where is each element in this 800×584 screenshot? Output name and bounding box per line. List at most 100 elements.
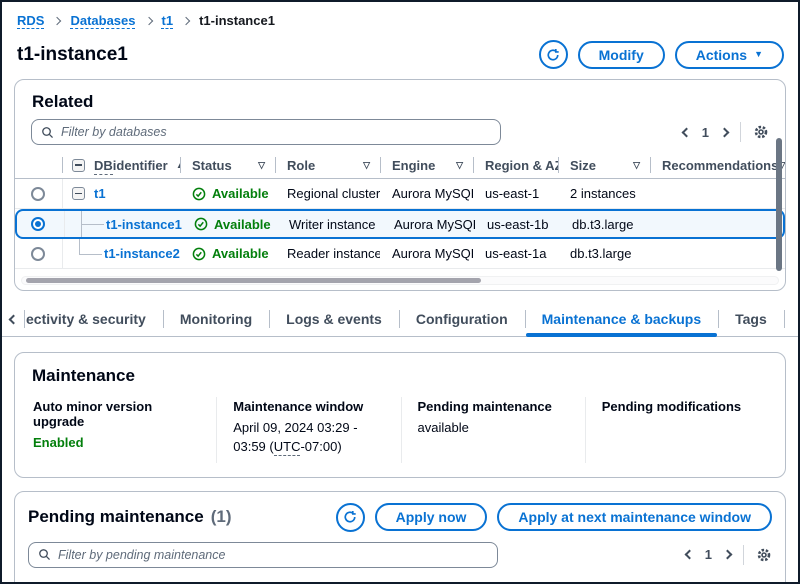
region-cell: us-east-1 (473, 179, 558, 208)
pending-filter (28, 542, 498, 568)
filter-icon[interactable]: ▽ (633, 160, 640, 171)
collapse-row-toggle[interactable] (72, 187, 85, 200)
page-header: t1-instance1 Modify Actions ▼ (2, 28, 798, 69)
horizontal-scrollbar[interactable] (26, 278, 481, 283)
radio-button[interactable] (31, 187, 45, 201)
apply-next-window-button[interactable]: Apply at next maintenance window (497, 503, 772, 531)
engine-cell: Aurora MySQL (380, 239, 473, 268)
refresh-button[interactable] (336, 503, 365, 532)
related-filter (31, 119, 501, 145)
rds-console-window: RDS Databases t1 t1-instance1 t1-instanc… (0, 0, 800, 584)
detail-tabs: ectivity & security Monitoring Logs & ev… (2, 302, 798, 337)
apply-now-button[interactable]: Apply now (375, 503, 488, 531)
pending-maintenance-panel: Pending maintenance (1) Apply now Apply … (14, 491, 786, 584)
field-label: Pending modifications (602, 399, 753, 414)
size-cell: db.t3.large (560, 211, 652, 237)
db-instance-link[interactable]: t1-instance2 (104, 246, 180, 261)
breadcrumb-t1[interactable]: t1 (162, 13, 174, 28)
tree-connector (72, 239, 104, 268)
table-row-t1[interactable]: t1 Available Regional cluster Aurora MyS… (15, 179, 785, 209)
breadcrumb-databases[interactable]: Databases (70, 13, 135, 28)
field-label: Pending maintenance (418, 399, 569, 414)
pending-maintenance-heading: Pending maintenance (28, 507, 204, 527)
column-header-status[interactable]: Status▽ (180, 152, 275, 178)
search-icon (38, 548, 51, 561)
radio-button-selected[interactable] (31, 217, 45, 231)
db-instance-link[interactable]: t1-instance1 (106, 217, 182, 232)
column-header-size[interactable]: Size▽ (558, 152, 650, 178)
engine-cell: Aurora MySQL (380, 179, 473, 208)
column-header-status[interactable]: Status▽ (556, 577, 656, 584)
tab-logs-events[interactable]: Logs & events (269, 302, 399, 336)
status-text: Available (212, 186, 269, 201)
maintenance-panel: Maintenance Auto minor version upgrade E… (14, 352, 786, 478)
vertical-scrollbar[interactable] (776, 138, 782, 271)
page-number[interactable]: 1 (703, 547, 714, 562)
related-panel: Related 1 DBidentifier ▲ (14, 79, 786, 291)
previous-page-button[interactable] (684, 550, 694, 560)
breadcrumb-current: t1-instance1 (199, 13, 275, 28)
chevron-left-icon (8, 314, 18, 324)
actions-button[interactable]: Actions ▼ (675, 41, 784, 69)
next-page-button[interactable] (723, 550, 733, 560)
region-cell: us-east-1b (475, 211, 560, 237)
table-row-t1-instance1-selected[interactable]: t1-instance1 Available Writer instance A… (15, 209, 785, 239)
field-label: Maintenance window (233, 399, 384, 414)
status-available-icon (192, 187, 206, 201)
chevron-right-icon (182, 16, 190, 24)
column-header-description[interactable]: Description▲ (64, 577, 406, 584)
select-column-header (15, 152, 62, 178)
radio-button[interactable] (31, 247, 45, 261)
filter-icon[interactable]: ▽ (456, 160, 463, 171)
field-auto-minor-version-upgrade: Auto minor version upgrade Enabled (32, 397, 216, 463)
column-header-role[interactable]: Role▽ (275, 152, 380, 178)
column-header-region[interactable]: Region & AZ▽ (473, 152, 558, 178)
page-title: t1-instance1 (17, 44, 128, 66)
column-header-apply-date[interactable]: Apply date▽ (656, 577, 772, 584)
pending-filter-input[interactable] (58, 548, 488, 562)
tab-connectivity-security[interactable]: ectivity & security (24, 302, 163, 336)
pending-maintenance-count: (1) (211, 507, 232, 527)
recommendations-cell (652, 211, 783, 237)
settings-gear-icon[interactable] (753, 124, 769, 140)
search-icon (41, 126, 54, 139)
caret-down-icon: ▼ (754, 50, 763, 59)
column-header-dbidentifier[interactable]: DBidentifier ▲ (62, 152, 180, 178)
column-header-type[interactable]: Type▽ (406, 577, 556, 584)
pending-table-header: Description▲ Type▽ Status▽ Apply date▽ (28, 577, 772, 584)
tab-recommendations[interactable]: Recommendat (784, 302, 800, 336)
filter-icon[interactable]: ▽ (363, 160, 370, 171)
field-value: available (418, 419, 569, 438)
chevron-right-icon (53, 16, 61, 24)
settings-gear-icon[interactable] (756, 547, 772, 563)
field-value: April 09, 2024 03:29 - 03:59 (UTC-07:00) (233, 419, 384, 457)
filter-icon[interactable]: ▽ (258, 160, 265, 171)
refresh-button[interactable] (539, 40, 568, 69)
field-pending-modifications: Pending modifications (585, 397, 769, 463)
column-header-recommendations[interactable]: Recommendations▽ (650, 152, 785, 178)
tabs-scroll-left-button[interactable] (2, 302, 24, 336)
region-cell: us-east-1a (473, 239, 558, 268)
status-available-icon (192, 247, 206, 261)
tab-maintenance-backups[interactable]: Maintenance & backups (525, 302, 719, 336)
previous-page-button[interactable] (681, 127, 691, 137)
field-label: Auto minor version upgrade (33, 399, 200, 429)
related-heading: Related (32, 92, 769, 112)
tab-tags[interactable]: Tags (718, 302, 784, 336)
breadcrumb-rds[interactable]: RDS (17, 13, 44, 28)
db-cluster-link[interactable]: t1 (94, 186, 106, 201)
next-page-button[interactable] (720, 127, 730, 137)
related-filter-input[interactable] (61, 125, 491, 139)
related-table-header: DBidentifier ▲ Status▽ Role▽ Engine▽ Reg… (15, 152, 785, 179)
modify-button[interactable]: Modify (578, 41, 665, 69)
tab-monitoring[interactable]: Monitoring (163, 302, 269, 336)
role-cell: Regional cluster (275, 179, 380, 208)
column-header-engine[interactable]: Engine▽ (380, 152, 473, 178)
collapse-all-toggle[interactable] (72, 159, 85, 172)
page-number[interactable]: 1 (700, 125, 711, 140)
table-row-t1-instance2[interactable]: t1-instance2 Available Reader instance A… (15, 239, 785, 269)
maintenance-heading: Maintenance (32, 366, 769, 386)
tab-configuration[interactable]: Configuration (399, 302, 525, 336)
tree-connector (74, 211, 106, 237)
role-cell: Writer instance (277, 211, 382, 237)
